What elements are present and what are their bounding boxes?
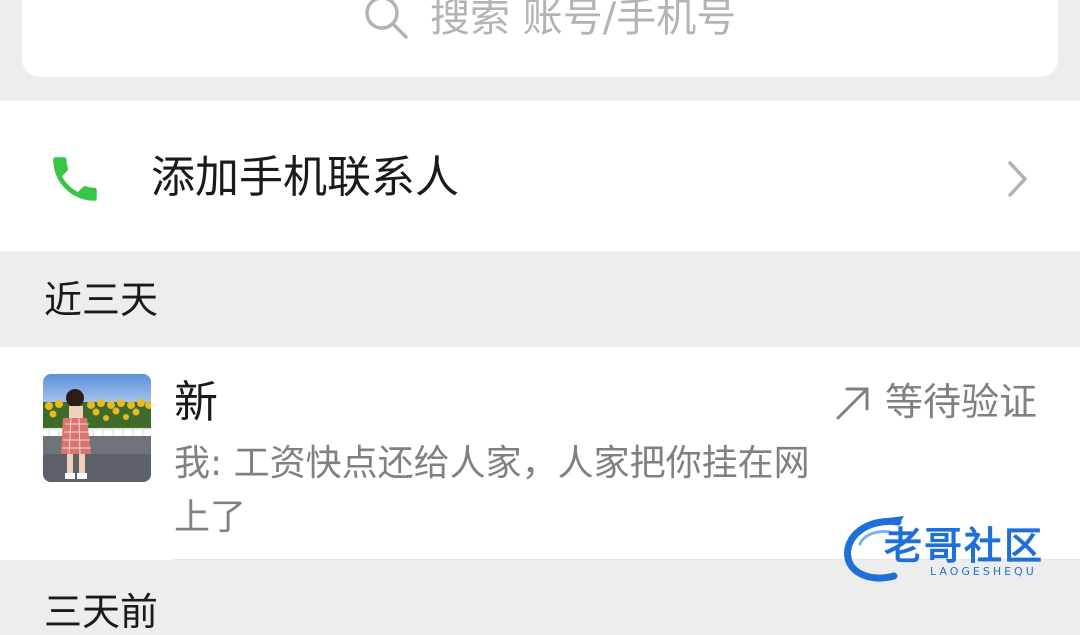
avatar[interactable] xyxy=(43,374,151,482)
search-area: 搜索 账号/手机号 xyxy=(0,0,1080,100)
search-placeholder: 搜索 账号/手机号 xyxy=(430,0,737,41)
add-phone-contacts-label: 添加手机联系人 xyxy=(151,152,459,203)
watermark-text: 老哥社区 xyxy=(884,524,1045,568)
add-phone-contacts-row[interactable]: 添加手机联系人 xyxy=(0,101,1080,251)
watermark-subtext: LAOGESHEQU xyxy=(930,565,1037,578)
section-header-recent: 近三天 xyxy=(0,251,1080,347)
avatar-photo xyxy=(43,374,151,482)
request-message: 我: 工资快点还给人家，人家把你挂在网上了 xyxy=(174,443,810,538)
chevron-right-icon xyxy=(1008,161,1027,197)
section-title: 三天前 xyxy=(44,590,159,634)
search-icon xyxy=(365,0,408,39)
search-box[interactable]: 搜索 账号/手机号 xyxy=(22,0,1058,77)
arrow-up-right-icon xyxy=(836,387,869,420)
watermark-logo: 老哥社区 LAOGESHEQU xyxy=(838,510,1070,586)
request-name: 新 xyxy=(174,377,218,428)
status-text: 等待验证 xyxy=(885,380,1038,424)
phone-icon xyxy=(53,157,97,201)
section-title: 近三天 xyxy=(44,278,159,322)
